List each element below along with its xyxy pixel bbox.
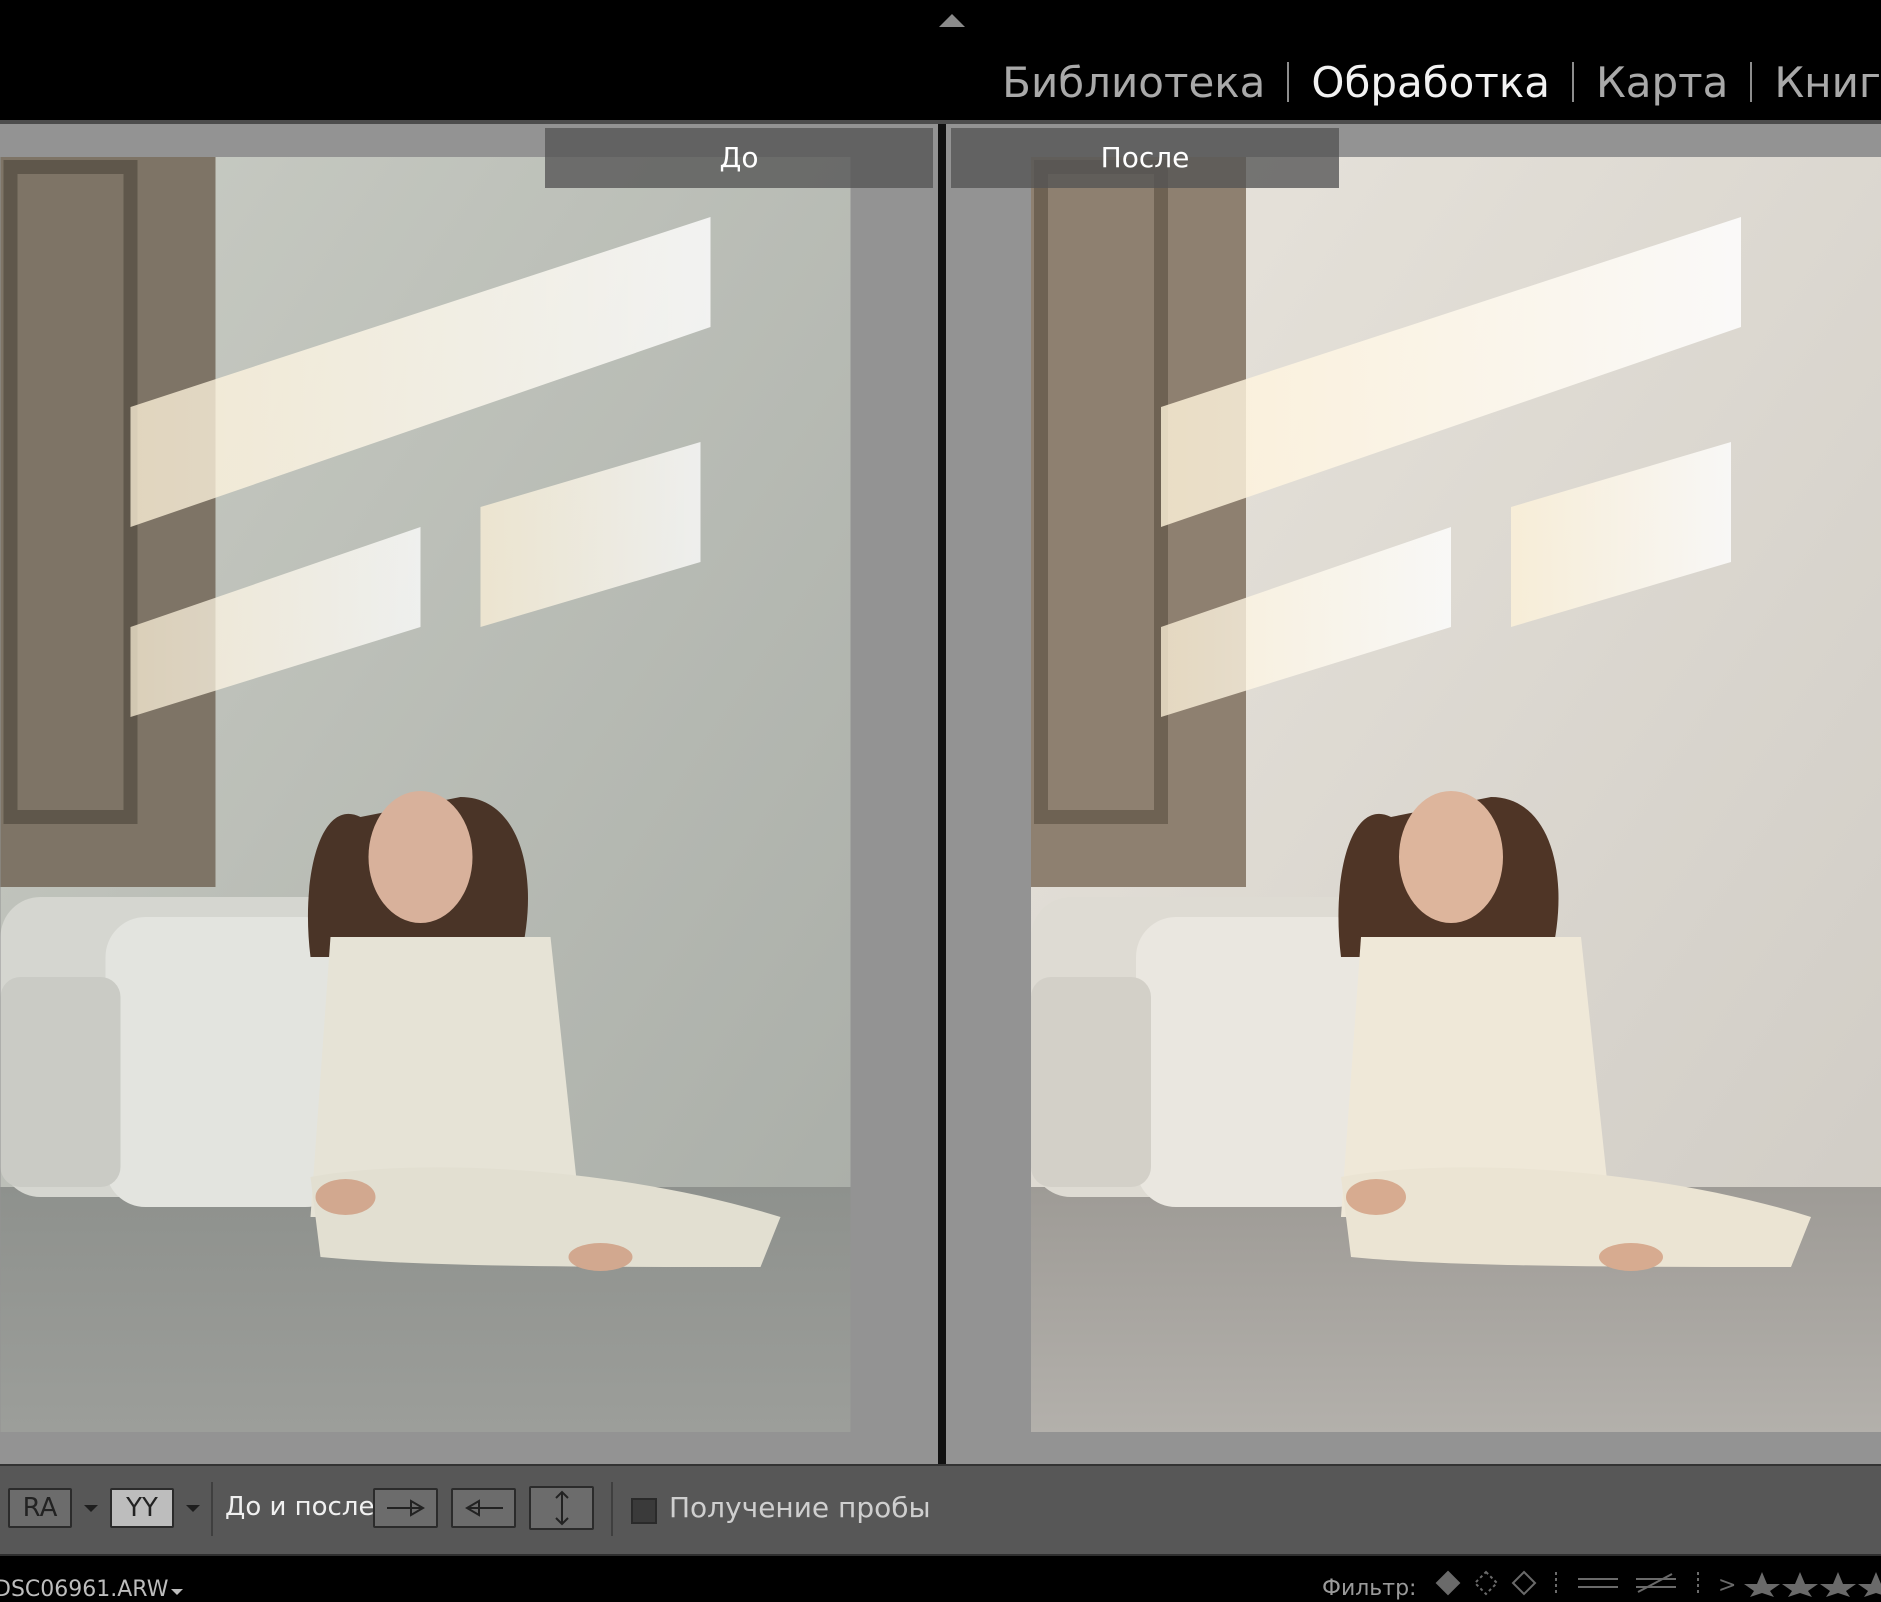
before-after-view-dropdown-icon[interactable] <box>186 1505 200 1512</box>
copy-after-to-before-button[interactable] <box>451 1488 516 1528</box>
module-picker: Библиотека Обработка Карта Книг <box>980 52 1881 112</box>
sampler-label: Получение пробы <box>669 1491 931 1524</box>
edited-filter-icon[interactable] <box>1578 1573 1676 1593</box>
view-mode-button[interactable]: RA <box>8 1488 72 1528</box>
filter-label: Фильтр: <box>1322 1576 1417 1601</box>
copy-after-to-before-icon <box>464 1499 503 1517</box>
before-label: До <box>545 128 933 188</box>
toolbar-separator <box>611 1482 613 1536</box>
filename-dropdown-icon[interactable] <box>171 1589 183 1595</box>
before-photo <box>0 157 851 1432</box>
module-map[interactable]: Карта <box>1574 58 1750 107</box>
after-label: После <box>951 128 1339 188</box>
collapse-top-panel-icon[interactable] <box>939 14 965 27</box>
swap-before-after-button[interactable] <box>529 1486 594 1530</box>
before-after-view-label: YY <box>126 1493 158 1523</box>
view-mode-label: RA <box>22 1493 58 1523</box>
before-after-view-button[interactable]: YY <box>110 1488 174 1528</box>
star-icon[interactable] <box>1744 1572 1881 1597</box>
module-book[interactable]: Книг <box>1752 58 1881 107</box>
filename-label[interactable]: DSC06961.ARW <box>0 1577 168 1602</box>
copy-before-to-after-icon <box>386 1499 425 1517</box>
pane-divider <box>938 124 946 1464</box>
view-mode-dropdown-icon[interactable] <box>84 1505 98 1512</box>
after-photo <box>1031 157 1881 1432</box>
flag-filter-icon[interactable] <box>1435 1570 1537 1596</box>
toolbar-separator <box>211 1482 213 1536</box>
after-pane: После <box>946 124 1881 1464</box>
before-after-label: До и после: <box>225 1492 384 1522</box>
module-library[interactable]: Библиотека <box>980 58 1287 107</box>
before-pane: До <box>0 124 938 1464</box>
copy-before-to-after-button[interactable] <box>373 1488 438 1528</box>
swap-icon <box>554 1490 569 1526</box>
svg-text:>: > <box>1718 1573 1736 1597</box>
module-develop[interactable]: Обработка <box>1289 58 1572 107</box>
sampler-checkbox[interactable] <box>631 1498 657 1524</box>
filter-controls: > <box>1428 1570 1881 1601</box>
